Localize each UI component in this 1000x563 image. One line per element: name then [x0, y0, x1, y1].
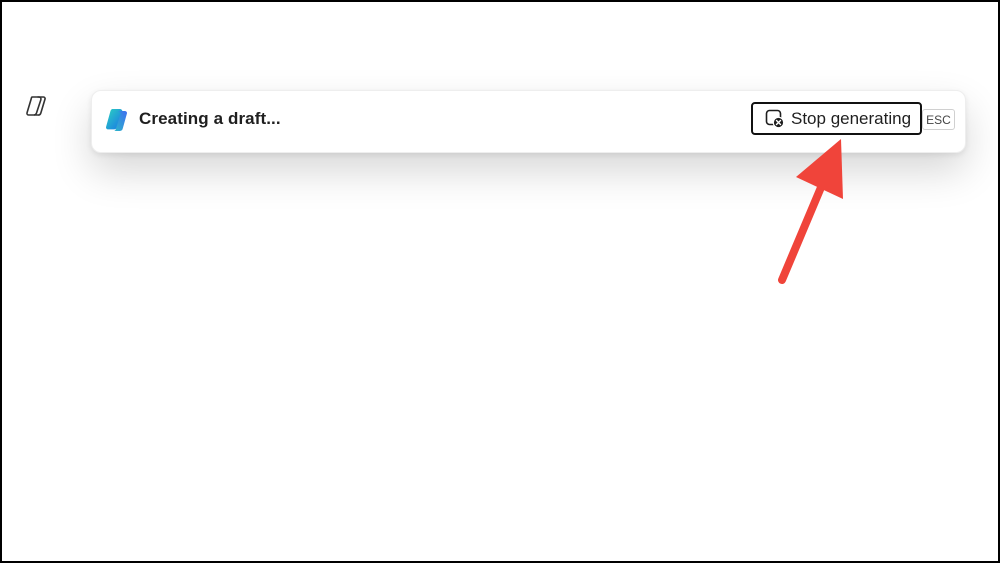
status-text: Creating a draft... [139, 109, 281, 128]
stop-generating-button[interactable]: Stop generating [751, 102, 922, 135]
copilot-logo-icon [106, 109, 127, 131]
esc-shortcut-badge: ESC [922, 109, 955, 130]
stop-circle-icon [765, 109, 785, 128]
annotation-arrow [778, 139, 843, 284]
stop-generating-label: Stop generating [791, 108, 912, 128]
copilot-outline-icon[interactable] [25, 95, 49, 117]
